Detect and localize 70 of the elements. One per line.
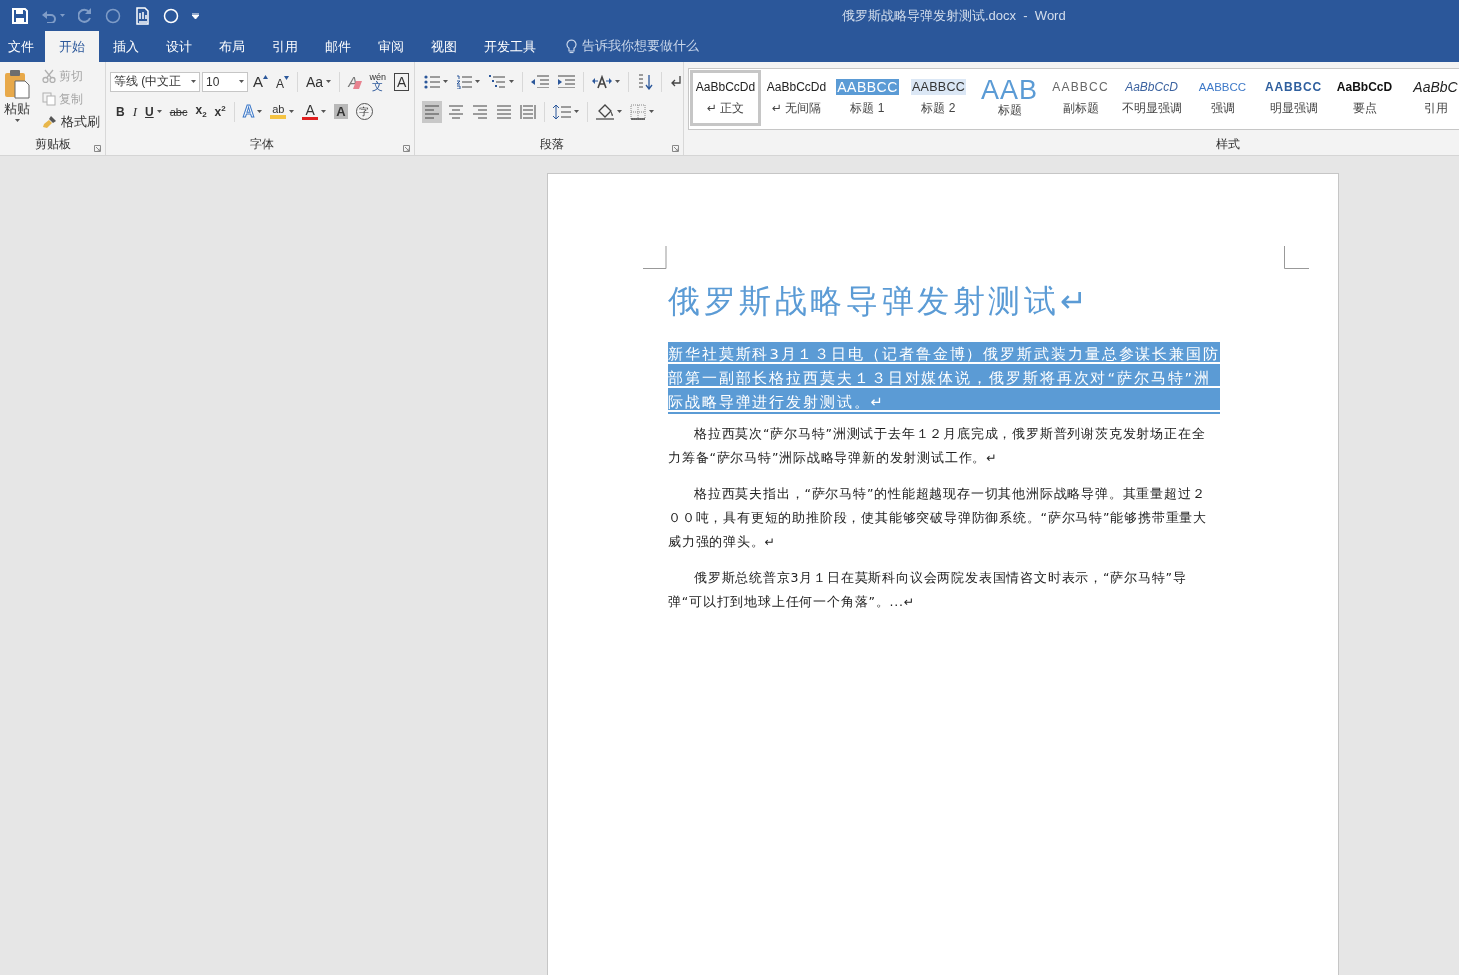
font-size-field[interactable]: 10 — [202, 71, 248, 92]
ribbon-tab[interactable]: 插入 — [100, 31, 152, 62]
style-item[interactable]: AaBbCcD 要点 — [1329, 70, 1400, 126]
shrink-font-button[interactable]: A — [274, 70, 292, 93]
style-preview: AABBCC — [910, 79, 967, 95]
style-label: 要点 — [1352, 100, 1377, 117]
italic-button[interactable]: I — [130, 100, 139, 123]
style-preview: AaBbCcDd — [694, 79, 757, 95]
style-label: 标题 1 — [850, 100, 885, 117]
underline-button[interactable]: U — [143, 100, 164, 123]
painter-button[interactable]: 格式刷 — [40, 111, 102, 133]
style-label: 引用 — [1423, 100, 1448, 117]
style-preview: AaBbC — [1412, 79, 1459, 95]
style-preview: AABBCC — [1264, 79, 1323, 95]
style-item[interactable]: AaBbC 引用 — [1400, 70, 1459, 126]
style-item[interactable]: AaBbCcDd ↵ 无间隔 — [761, 70, 832, 126]
style-item[interactable]: AABBCC 副标题 — [1045, 70, 1116, 126]
character-border-button[interactable]: A — [392, 70, 412, 93]
style-preview: AaBbCcD — [1124, 79, 1179, 95]
style-label: ↵ 无间隔 — [771, 100, 822, 117]
ribbon-tab[interactable]: 视图 — [418, 31, 470, 62]
style-item[interactable]: AaBbCcD 不明显强调 — [1116, 70, 1187, 126]
style-preview: AaBbCcD — [1335, 79, 1394, 95]
ribbon-tab[interactable]: 设计 — [153, 31, 205, 62]
body-paragraph: 俄罗斯总统普京3月１日在莫斯科向议会两院发表国情咨文时表示，“萨尔马特”导弹“可以打到地球上任何一个角落”。...↵ — [668, 569, 1188, 611]
style-item[interactable]: AABBCC 强调 — [1187, 70, 1258, 126]
style-preview: AABBCC — [1197, 80, 1248, 95]
strikethrough-button[interactable]: abc — [167, 100, 190, 123]
group-label: 字体 — [250, 136, 274, 153]
style-preview: AAB — [980, 77, 1039, 102]
window-title: 俄罗斯战略导弹发射测试.docx - Word — [842, 6, 1066, 25]
style-preview: AaBbCcDd — [765, 79, 828, 95]
style-item[interactable]: AABBCC 明显强调 — [1258, 70, 1329, 126]
style-label: 强调 — [1210, 100, 1235, 117]
style-item[interactable]: AABBCC 标题 1 — [832, 70, 903, 126]
document-title: 俄罗斯战略导弹发射测试↵ — [668, 281, 1092, 321]
group-label: 段落 — [540, 136, 564, 153]
style-label: 不明显强调 — [1121, 100, 1182, 117]
ribbon-tab[interactable]: 邮件 — [312, 31, 364, 62]
body-paragraph: 格拉西莫夫指出，“萨尔马特”的性能超越现存一切其他洲际战略导弹。其重量超过２００吨，具有更短的助推阶段，使其能够突破导弹防御系统。“萨尔马特”能够携带重量大威力强的弹头。↵ — [668, 485, 1208, 551]
superscript-button[interactable]: x$^{2}$ — [212, 100, 228, 123]
font-name-field[interactable]: 等线 (中文正 — [110, 71, 200, 92]
ribbon-tab[interactable]: 开始 — [45, 31, 99, 62]
style-label: 标题 — [997, 101, 1022, 119]
group-label: 样式 — [1216, 136, 1240, 153]
ribbon-tab[interactable]: 审阅 — [365, 31, 417, 62]
style-label: 标题 2 — [921, 100, 956, 117]
font-color-button[interactable]: A — [300, 100, 329, 123]
bold-button[interactable]: B — [114, 100, 127, 123]
grow-font-button[interactable]: A — [251, 70, 270, 93]
highlight-button[interactable]: ab — [268, 100, 297, 123]
subscript-button[interactable]: x$_{2}$ — [193, 100, 209, 123]
style-preview: AABBCC — [1051, 79, 1110, 95]
style-preview: AABBCC — [836, 79, 899, 95]
ribbon-tab[interactable]: 开发工具 — [471, 31, 549, 62]
style-label: 明显强调 — [1269, 100, 1318, 117]
ribbon-tab[interactable]: 引用 — [259, 31, 311, 62]
style-label: 副标题 — [1062, 100, 1099, 117]
style-label: ↵ 正文 — [706, 100, 745, 117]
ribbon-tab[interactable]: 布局 — [206, 31, 258, 62]
ribbon-tab[interactable]: 文件 — [0, 31, 44, 62]
body-paragraph: 格拉西莫次“萨尔马特”洲测试于去年１２月底完成，俄罗斯普列谢茨克发射场正在全力筹备“萨尔马特”洲际战略导弹新的发射测试工作。↵ — [668, 425, 1207, 467]
change-case-button[interactable]: Aa — [304, 70, 334, 93]
group-label: 剪贴板 — [34, 136, 71, 153]
paste-button[interactable]: 粘贴 — [0, 65, 34, 131]
tell-me-field[interactable]: 告诉我你想要做什么 — [582, 38, 699, 55]
style-item[interactable]: AABBCC 标题 2 — [903, 70, 974, 126]
phonetic-guide-button[interactable]: wén 文 — [367, 70, 388, 93]
style-item[interactable]: AaBbCcDd ↵ 正文 — [690, 70, 761, 126]
style-item[interactable]: AAB 标题 — [974, 70, 1045, 126]
